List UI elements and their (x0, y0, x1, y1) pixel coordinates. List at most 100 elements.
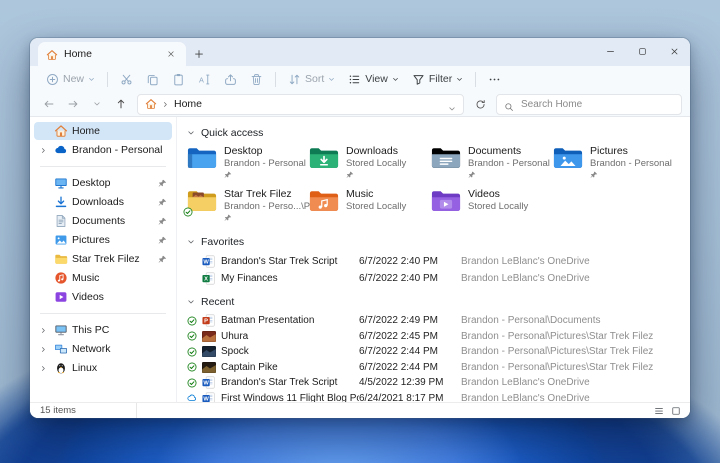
file-date: 6/24/2021 8:17 PM (359, 392, 444, 402)
file-row-spock[interactable]: Spock 6/7/2022 2:44 PM Brandon - Personal\… (187, 344, 690, 360)
plus-circle-icon (46, 73, 59, 86)
cut-button[interactable] (114, 68, 139, 90)
chevron-down-icon (392, 76, 399, 83)
chevron-right-icon[interactable] (40, 345, 50, 353)
file-date: 6/7/2022 2:44 PM (359, 361, 438, 373)
sidebar-item-star-trek-filez[interactable]: Star Trek Filez (34, 250, 172, 268)
file-row-my-finances[interactable]: X My Finances 6/7/2022 2:40 PM Brandon LeBl… (187, 270, 690, 287)
tile-subtitle: Brandon - Personal (590, 157, 672, 169)
cut-icon (120, 73, 133, 86)
large-icons-view-icon[interactable] (671, 406, 681, 416)
details-view-icon[interactable] (654, 406, 664, 416)
file-row-uhura[interactable]: Uhura 6/7/2022 2:45 PM Brandon - Personal\… (187, 329, 690, 345)
tile-name: Star Trek Filez (224, 188, 292, 200)
quick-access-tile-documents[interactable]: Documents Brandon - Personal (431, 144, 553, 182)
sidebar-item-label: Brandon - Personal (72, 144, 163, 156)
up-button[interactable] (110, 94, 131, 114)
tile-subtitle: Brandon - Personal (468, 157, 550, 169)
filter-button[interactable]: Filter (406, 68, 469, 90)
breadcrumb[interactable]: Home (137, 93, 464, 115)
folder-sb-icon (54, 252, 68, 266)
sort-button[interactable]: Sort (282, 68, 341, 90)
file-row-first-windows-11-flight-blog-post[interactable]: W First Windows 11 Flight Blog Post 6/24/2… (187, 391, 690, 402)
chevron-right-icon[interactable] (40, 364, 50, 372)
file-date: 6/7/2022 2:45 PM (359, 330, 438, 342)
powerpoint-icon: P (202, 314, 221, 327)
new-tab-button[interactable] (186, 42, 212, 66)
toolbar-separator (475, 71, 477, 87)
file-name: Batman Presentation (221, 315, 315, 327)
delete-button[interactable] (244, 68, 269, 90)
more-icon (488, 73, 501, 86)
close-button[interactable] (658, 38, 690, 64)
tab-close-icon[interactable] (164, 47, 178, 61)
sidebar-item-brandon-personal[interactable]: Brandon - Personal (34, 141, 172, 159)
share-button[interactable] (218, 68, 243, 90)
music-sb-icon (54, 271, 68, 285)
file-location: Brandon LeBlanc's OneDrive (461, 256, 590, 267)
search-icon (504, 99, 514, 111)
tile-subtitle: Stored Locally (468, 200, 529, 212)
view-button[interactable]: View (342, 68, 405, 90)
section-favorites-header[interactable]: Favorites (187, 234, 690, 249)
sidebar-item-home[interactable]: Home (34, 122, 172, 140)
maximize-button[interactable] (626, 38, 658, 64)
forward-button[interactable] (62, 94, 83, 114)
toolbar-separator (275, 71, 277, 87)
sidebar-item-linux[interactable]: Linux (34, 359, 172, 377)
file-row-brandon-s-star-trek-script[interactable]: W Brandon's Star Trek Script 4/5/2022 12:3… (187, 375, 690, 391)
new-button-label: New (63, 73, 85, 85)
tile-subtitle: Brandon - Perso...\Pictures (224, 200, 339, 212)
quick-access-tile-pictures[interactable]: Pictures Brandon - Personal (553, 144, 675, 182)
search-input[interactable] (519, 97, 674, 111)
file-row-captain-pike[interactable]: Captain Pike 6/7/2022 2:44 PM Brandon - Pe… (187, 360, 690, 376)
quick-access-tile-music[interactable]: Music Stored Locally (309, 187, 431, 225)
back-button[interactable] (38, 94, 59, 114)
section-recent-header[interactable]: Recent (187, 294, 690, 309)
search-box[interactable] (496, 93, 682, 115)
file-date: 4/5/2022 12:39 PM (359, 377, 444, 389)
sidebar-item-this-pc[interactable]: This PC (34, 321, 172, 339)
history-chevron-button[interactable] (86, 94, 107, 114)
file-row-brandon-s-star-trek-script[interactable]: W Brandon's Star Trek Script 6/7/2022 2:40… (187, 253, 690, 270)
filter-button-label: Filter (428, 73, 453, 85)
sync-status-icon (183, 207, 193, 217)
paste-button[interactable] (166, 68, 191, 90)
quick-access-tile-downloads[interactable]: Downloads Stored Locally (309, 144, 431, 182)
copy-button[interactable] (140, 68, 165, 90)
sidebar-item-network[interactable]: Network (34, 340, 172, 358)
refresh-button[interactable] (470, 94, 490, 114)
chevron-down-icon (456, 76, 463, 83)
section-quick-access-header[interactable]: Quick access (187, 125, 690, 140)
word-icon: W (202, 255, 221, 268)
chevron-down-icon (187, 238, 195, 246)
chevron-down-icon[interactable] (448, 100, 456, 111)
sidebar-item-videos[interactable]: Videos (34, 288, 172, 306)
sidebar-item-documents[interactable]: Documents (34, 212, 172, 230)
minimize-button[interactable] (594, 38, 626, 64)
file-date: 6/7/2022 2:40 PM (359, 273, 438, 284)
sidebar-divider (40, 166, 166, 167)
quick-access-tile-star-trek-filez[interactable]: Star Trek Filez Brandon - Perso...\Pictur… (183, 187, 339, 225)
rename-button[interactable]: A (192, 68, 217, 90)
favorites-list: W Brandon's Star Trek Script 6/7/2022 2:40… (187, 253, 690, 287)
sidebar-item-pictures[interactable]: Pictures (34, 231, 172, 249)
tab-home[interactable]: Home (38, 42, 186, 66)
file-name: Captain Pike (221, 361, 278, 373)
quick-access-tile-videos[interactable]: Videos Stored Locally (431, 187, 553, 225)
new-button[interactable]: New (40, 68, 101, 90)
sidebar-item-downloads[interactable]: Downloads (34, 193, 172, 211)
tile-name: Videos (468, 188, 500, 200)
chevron-right-icon[interactable] (40, 146, 50, 154)
chevron-right-icon[interactable] (40, 326, 50, 334)
quick-access-tile-desktop[interactable]: Desktop Brandon - Personal (187, 144, 309, 182)
sidebar-item-music[interactable]: Music (34, 269, 172, 287)
toolbar-separator (107, 71, 109, 87)
documents-sb-icon (54, 214, 68, 228)
sidebar-item-desktop[interactable]: Desktop (34, 174, 172, 192)
file-name: First Windows 11 Flight Blog Post (221, 392, 359, 402)
svg-text:P: P (204, 319, 208, 325)
file-row-batman-presentation[interactable]: P Batman Presentation 6/7/2022 2:49 PM Bran… (187, 313, 690, 329)
more-options-button[interactable] (482, 68, 507, 90)
